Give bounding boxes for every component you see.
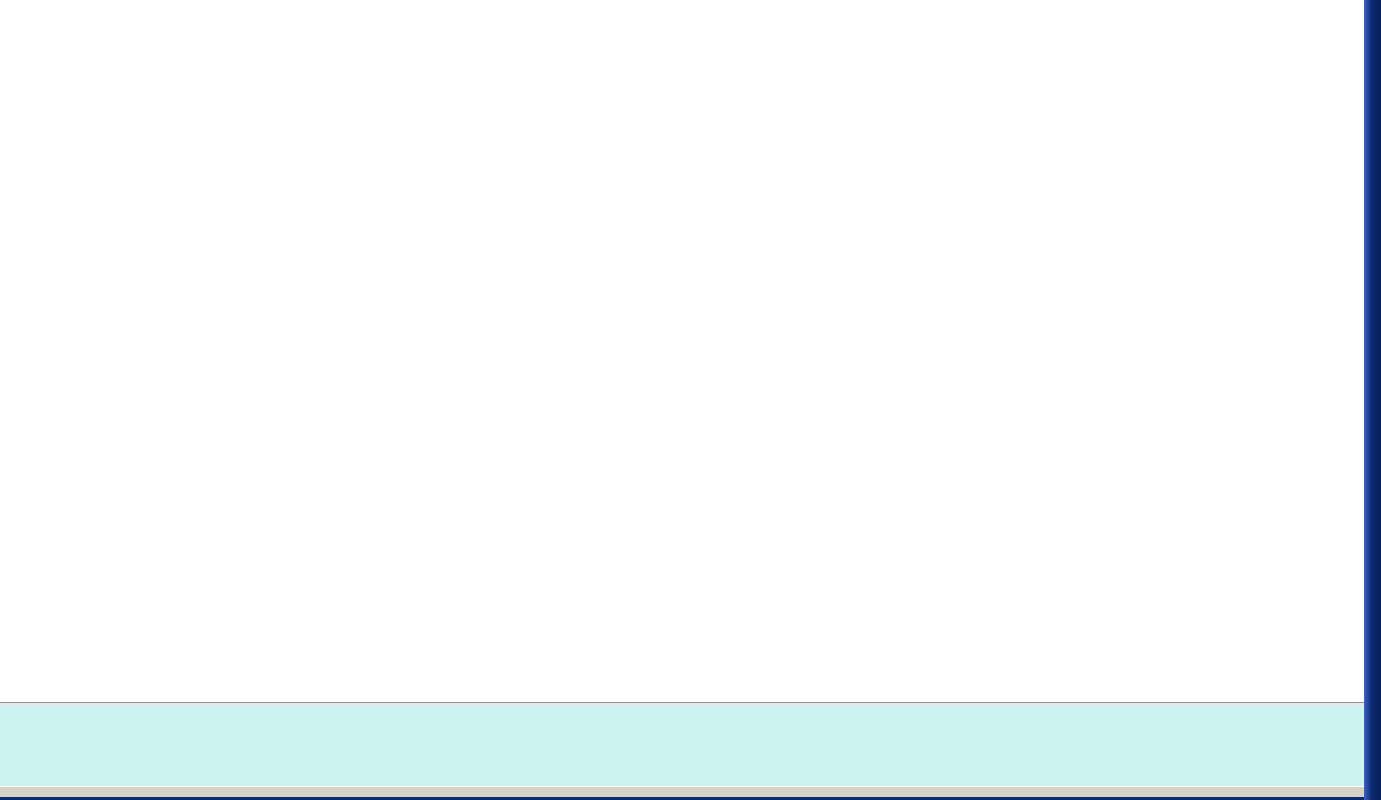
stats-table-background <box>0 706 1381 786</box>
weather-app-window <box>0 0 1381 800</box>
weather-day-chart <box>0 0 1381 706</box>
window-edge-right <box>1364 0 1381 800</box>
